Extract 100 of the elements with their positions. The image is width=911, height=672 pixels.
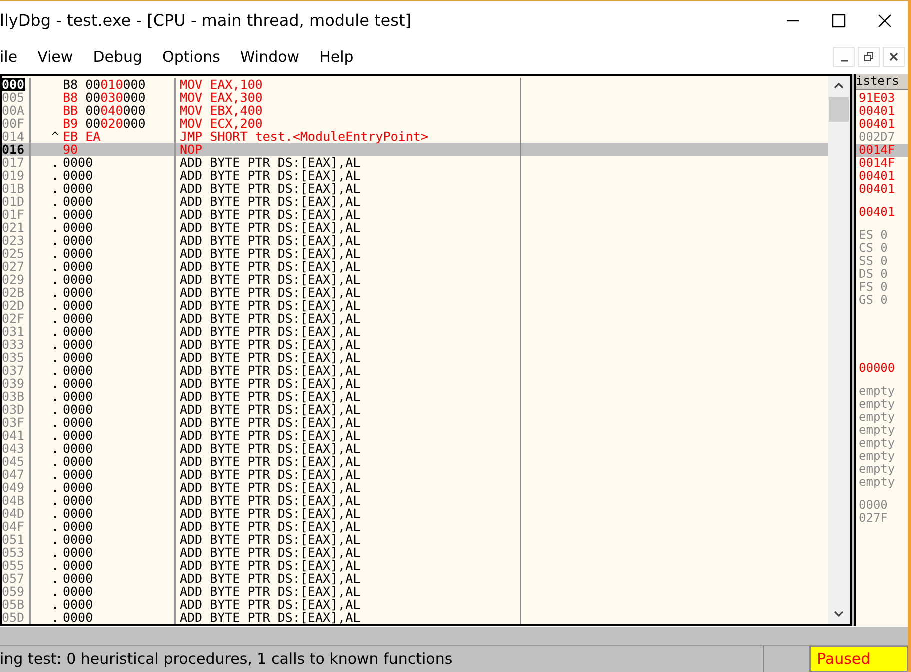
instruction-cell: MOV EAX,300 [180, 90, 263, 105]
marker-glyph: . [50, 468, 60, 481]
register-value: 91E03 [858, 92, 896, 105]
hex-cell: 0000 [63, 338, 94, 351]
instruction-cell: ADD BYTE PTR DS:[EAX],AL [180, 181, 361, 196]
instruction-cell: ADD BYTE PTR DS:[EAX],AL [180, 597, 361, 612]
address-cell: 01D [2, 195, 25, 208]
hex-cell: 0000 [63, 533, 94, 546]
menu-item[interactable]: Window [240, 48, 300, 66]
marker-glyph: . [50, 455, 60, 468]
hex-cell: 0000 [63, 351, 94, 364]
hex-cell-text: B8 00010000 [62, 78, 146, 91]
address-cell: 04D [2, 507, 25, 520]
register-value: CS 0 [858, 242, 889, 255]
instruction-cell: ADD BYTE PTR DS:[EAX],AL [180, 207, 361, 222]
hex-cell: 0000 [63, 429, 94, 442]
instruction-cell: NOP [180, 142, 203, 157]
register-value: 00401 [858, 118, 896, 131]
address-cell: 05B [2, 598, 25, 611]
register-value: 027F [858, 512, 889, 525]
register-value: empty [858, 463, 896, 476]
address-cell: 031 [2, 325, 25, 338]
scroll-thumb[interactable] [829, 97, 849, 122]
address-cell: 037 [2, 364, 25, 377]
close-icon [889, 52, 899, 62]
menu-item[interactable]: Debug [93, 48, 143, 66]
register-value: empty [858, 450, 896, 463]
instruction-cell: ADD BYTE PTR DS:[EAX],AL [180, 493, 361, 508]
menu-item[interactable]: ile [0, 48, 18, 66]
instruction-cell: ADD BYTE PTR DS:[EAX],AL [180, 194, 361, 209]
register-value: 00000 [858, 362, 896, 375]
hex-cell: 0000 [63, 442, 94, 455]
hex-cell: 0000 [63, 390, 94, 403]
register-value: empty [858, 476, 896, 489]
address-cell: 00F [2, 117, 25, 130]
hex-cell: 0000 [63, 156, 94, 169]
register-value: empty [858, 411, 896, 424]
address-cell: 025 [2, 247, 25, 260]
restore-button[interactable] [858, 47, 880, 67]
instruction-cell: ADD BYTE PTR DS:[EAX],AL [180, 545, 361, 560]
scrollbar[interactable] [828, 76, 850, 624]
marker-glyph: . [50, 247, 60, 260]
hex-cell: 0000 [63, 546, 94, 559]
hex-cell: 0000 [63, 169, 94, 182]
instruction-cell: MOV ECX,200 [180, 116, 263, 131]
marker-glyph: . [50, 195, 60, 208]
hex-cell: 0000 [63, 507, 94, 520]
address-cell: 053 [2, 546, 25, 559]
instruction-cell: ADD BYTE PTR DS:[EAX],AL [180, 311, 361, 326]
marker-glyph: . [50, 481, 60, 494]
window-title: llyDbg - test.exe - [CPU - main thread, module test] [0, 11, 412, 30]
register-value: 0014F [856, 144, 908, 157]
menu-item[interactable]: Options [162, 48, 220, 66]
register-value: 002D7 [858, 131, 896, 144]
instruction-cell: ADD BYTE PTR DS:[EAX],AL [180, 376, 361, 391]
marker-glyph: . [50, 377, 60, 390]
menu-item[interactable]: Help [320, 48, 354, 66]
register-value: SS 0 [858, 255, 889, 268]
marker-glyph: . [50, 442, 60, 455]
marker-glyph: . [50, 507, 60, 520]
menu-item[interactable]: View [38, 48, 74, 66]
address-cell: 04F [2, 520, 25, 533]
hex-cell: 0000 [63, 416, 94, 429]
register-value: FS 0 [858, 281, 889, 294]
instruction-cell: ADD BYTE PTR DS:[EAX],AL [180, 454, 361, 469]
hex-cell: 0000 [63, 611, 94, 624]
marker-glyph: . [50, 364, 60, 377]
hex-cell: 0000 [63, 299, 94, 312]
instruction-cell: ADD BYTE PTR DS:[EAX],AL [180, 363, 361, 378]
instruction-cell: ADD BYTE PTR DS:[EAX],AL [180, 402, 361, 417]
marker-glyph: . [50, 351, 60, 364]
address-cell: 014 [2, 130, 25, 143]
register-value: empty [858, 424, 896, 437]
hex-cell: 0000 [63, 221, 94, 234]
address-cell: 045 [2, 455, 25, 468]
address-cell: 041 [2, 429, 25, 442]
address-cell: 051 [2, 533, 25, 546]
address-cell: 055 [2, 559, 25, 572]
marker-glyph: . [50, 520, 60, 533]
register-value: 00401 [858, 170, 896, 183]
marker-glyph: . [50, 182, 60, 195]
instruction-cell: MOV EBX,400 [180, 103, 263, 118]
marker-glyph: . [50, 286, 60, 299]
instruction-cell: ADD BYTE PTR DS:[EAX],AL [180, 532, 361, 547]
hex-cell-text: B9 00020000 [62, 117, 146, 130]
address-cell: 03B [2, 390, 25, 403]
register-value: 0000 [858, 499, 889, 512]
marker-glyph: . [50, 611, 60, 624]
address-cell: 00A [2, 104, 25, 117]
address-cell: 021 [2, 221, 25, 234]
close-button[interactable] [883, 47, 905, 67]
marker-glyph: . [50, 533, 60, 546]
hex-cell: 0000 [63, 468, 94, 481]
instruction-cell: ADD BYTE PTR DS:[EAX],AL [180, 155, 361, 170]
marker-glyph: . [50, 260, 60, 273]
marker-glyph: . [50, 208, 60, 221]
instruction-cell: ADD BYTE PTR DS:[EAX],AL [180, 610, 361, 625]
marker-glyph: . [50, 559, 60, 572]
instruction-cell: ADD BYTE PTR DS:[EAX],AL [180, 415, 361, 430]
hex-cell-text: B8 00030000 [62, 91, 146, 104]
